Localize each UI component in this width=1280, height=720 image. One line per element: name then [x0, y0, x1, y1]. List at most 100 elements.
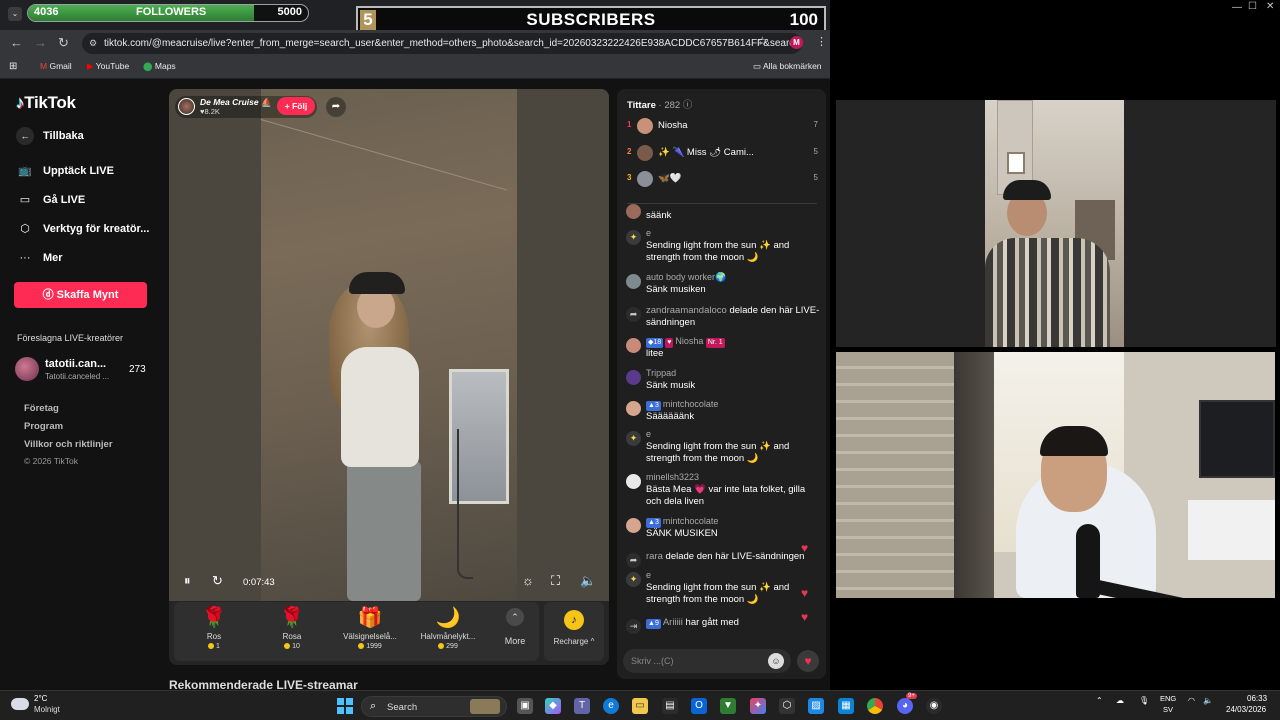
chat-username[interactable]: e [646, 228, 651, 238]
recharge-button[interactable]: ♪ Recharge ^ [544, 602, 604, 661]
bookmark-youtube[interactable]: ▶ YouTube [87, 61, 129, 72]
chat-username[interactable]: e [646, 429, 651, 439]
emoji-icon[interactable]: ☺ [768, 653, 784, 669]
windows-start-icon[interactable] [337, 698, 353, 714]
bookmark-star-icon[interactable]: ☆ [757, 34, 768, 48]
like-heart-button[interactable]: ♥ [797, 650, 819, 672]
reload-icon[interactable]: ↻ [58, 33, 69, 53]
chat-username[interactable]: Ariiiii [663, 617, 683, 628]
avatar [626, 401, 641, 416]
browser-menu-icon[interactable]: ⋮ [816, 35, 827, 48]
host-avatar[interactable] [178, 98, 195, 115]
pause-icon[interactable]: ⏸ [184, 573, 191, 589]
minimize-icon[interactable]: — [1232, 2, 1242, 13]
url-field[interactable]: ⚙ tiktok.com/@meacruise/live?enter_from_… [82, 33, 802, 54]
avatar [626, 474, 641, 489]
chat-username[interactable]: Trippad [646, 368, 676, 378]
volume-icon[interactable]: 🔈 [580, 573, 596, 589]
back-link[interactable]: ← Tillbaka [16, 127, 84, 145]
tiktok-logo[interactable]: ♪TikTok [16, 93, 76, 113]
back-arrow-icon[interactable]: ← [10, 33, 23, 53]
edge-icon[interactable]: e [603, 698, 619, 714]
all-bookmarks[interactable]: ▭ Alla bokmärken [753, 61, 822, 72]
photos-icon[interactable]: ▨ [808, 698, 824, 714]
chat-text: säänk [646, 210, 672, 221]
chat-username[interactable]: Niosha [675, 336, 703, 346]
replay-icon[interactable]: ↻ [212, 573, 223, 589]
file-explorer-icon[interactable]: ▭ [632, 698, 648, 714]
chat-username[interactable]: mintchocolate [663, 516, 719, 526]
obs-icon[interactable]: ◉ [926, 698, 942, 714]
outlook-icon[interactable]: O [691, 698, 707, 714]
chat-username[interactable]: zandraamandaloco [646, 305, 727, 316]
host-badge-icon: ⛵ [260, 97, 272, 107]
live-video-player[interactable]: De Mea Cruise ⛵ ♥8.2K + Följ ➦ ⏸ ↻ 0:07:… [169, 89, 609, 601]
brightness-icon[interactable]: ☼ [522, 573, 534, 588]
fullscreen-icon[interactable]: ⛶ [551, 573, 560, 589]
sidebar-item-go-live[interactable]: ▭ Gå LIVE [16, 193, 85, 206]
top-viewer-row[interactable]: 3 🦋🤍 5 [617, 168, 826, 190]
chrome-icon[interactable] [867, 698, 883, 714]
store-icon[interactable]: ▤ [662, 698, 678, 714]
site-info-icon[interactable]: ⚙ [89, 33, 97, 54]
chat-text: Bästa Mea 💗 var inte lata folket, gilla … [646, 484, 806, 507]
chat-input[interactable]: Skriv ...(C) [623, 649, 791, 673]
footer-link-program[interactable]: Program [24, 421, 63, 432]
youtube-icon: ▶ [87, 61, 94, 71]
footer-link-company[interactable]: Företag [24, 403, 59, 414]
sidebar-item-more[interactable]: ··· Mer [16, 252, 63, 264]
teams-icon[interactable]: T [574, 698, 590, 714]
onedrive-icon[interactable]: ☁ [1116, 696, 1124, 705]
close-icon[interactable]: ✕ [1266, 1, 1274, 12]
footer-link-terms[interactable]: Villkor och riktlinjer [24, 439, 113, 450]
weather-temperature[interactable]: 2°C [34, 694, 47, 703]
person-cap-image [1003, 180, 1051, 200]
chat-username[interactable]: auto body worker🌍 [646, 272, 726, 283]
cloud-icon[interactable] [11, 698, 29, 710]
level-badge-value: 3 [654, 519, 659, 526]
app-icon-3[interactable]: ▦ [838, 698, 854, 714]
volume-tray-icon[interactable]: 🔈 [1203, 696, 1213, 705]
vpn-icon[interactable]: ▼ [720, 698, 736, 714]
task-view-icon[interactable]: ▣ [517, 698, 533, 714]
chat-username[interactable]: minellsh3223 [646, 472, 699, 482]
share-icon[interactable]: ➦ [326, 97, 346, 117]
app-icon-2[interactable]: ⬡ [779, 698, 795, 714]
clock-time[interactable]: 06:33 [1247, 694, 1267, 703]
app-icon[interactable]: ✦ [750, 698, 766, 714]
discord-icon[interactable]: ◕ [897, 698, 913, 714]
mic-icon[interactable]: 🎙 [1139, 696, 1149, 705]
suggested-creator-avatar[interactable] [15, 357, 39, 381]
copilot-icon[interactable]: ◆ [545, 698, 561, 714]
chat-username[interactable]: e [646, 570, 651, 580]
gift-item[interactable]: 🌹 Ros 1 [179, 602, 249, 661]
folder-icon: ▭ [753, 61, 762, 71]
gift-item[interactable]: 🌙 Halvmånelykt... 299 [413, 602, 483, 661]
sidebar-item-discover-live[interactable]: 📺 Upptäck LIVE [16, 164, 114, 177]
top-viewer-row[interactable]: 1 Niosha 7 [617, 115, 826, 137]
bookmark-maps[interactable]: ⬤ Maps [143, 61, 176, 72]
top-viewer-row[interactable]: 2 ✨ 🌂 Miss 🌶 Cami... 5 [617, 142, 826, 164]
maximize-icon[interactable]: ☐ [1248, 1, 1257, 12]
taskbar-search[interactable]: ⌕ Search [361, 696, 507, 717]
more-gifts-button[interactable]: ⌃ More [494, 602, 536, 661]
info-icon[interactable]: ⓘ [683, 100, 693, 111]
follow-button[interactable]: + Följ [277, 97, 315, 115]
get-coins-button[interactable]: ⓓ Skaffa Mynt [14, 282, 147, 308]
viewers-header[interactable]: Tittare · 282 ⓘ [627, 97, 692, 111]
gift-price: 1 [179, 643, 249, 650]
sidebar-item-creator-tools[interactable]: ⬡ Verktyg för kreatör... [16, 222, 149, 235]
profile-avatar[interactable]: M [790, 36, 803, 49]
gift-item[interactable]: 🎁 Välsignelselå... 1999 [335, 602, 405, 661]
tab-list-chevron-icon[interactable]: ⌄ [8, 7, 22, 21]
chat-username[interactable]: mintchocolate [663, 399, 719, 409]
language-indicator[interactable]: ENG [1160, 694, 1176, 703]
chat-username[interactable]: rara [646, 551, 663, 562]
tray-chevron-icon[interactable]: ⌃ [1096, 696, 1103, 705]
forward-arrow-icon[interactable]: → [34, 33, 47, 53]
apps-grid-icon[interactable]: ⊞ [9, 61, 17, 72]
suggested-creator-name[interactable]: tatotii.can... [45, 358, 106, 370]
gift-item[interactable]: 🌹 Rosa 10 [257, 602, 327, 661]
wifi-icon[interactable]: ◠ [1188, 696, 1195, 705]
bookmark-gmail[interactable]: M Gmail [40, 61, 72, 71]
